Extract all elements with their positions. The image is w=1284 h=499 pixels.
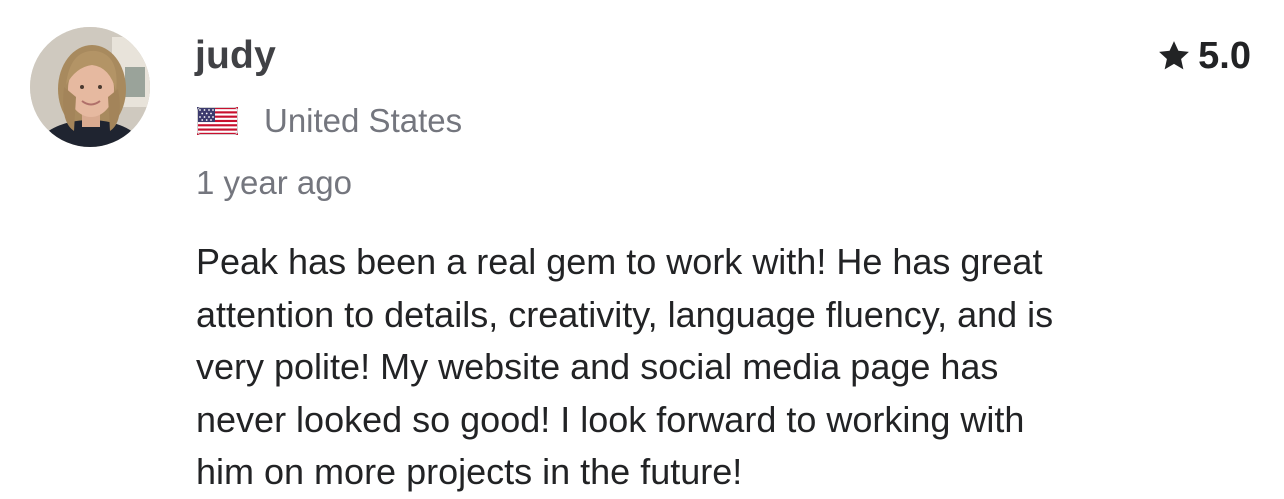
review-rating: 5.0 xyxy=(1157,30,1251,82)
country-name: United States xyxy=(264,102,463,139)
star-icon xyxy=(1159,41,1190,70)
reviewer-avatar[interactable] xyxy=(30,27,150,147)
reviewer-name[interactable]: judy xyxy=(195,30,276,82)
us-flag-icon xyxy=(197,107,238,135)
review-card: judy 5.0 United States 1 year ago Peak h… xyxy=(0,0,1284,497)
avatar-image xyxy=(30,27,150,147)
reviewer-country: United States xyxy=(197,100,462,142)
review-text: Peak has been a real gem to work with! H… xyxy=(196,241,1054,492)
review-time: 1 year ago xyxy=(196,164,352,201)
rating-value: 5.0 xyxy=(1198,35,1251,77)
